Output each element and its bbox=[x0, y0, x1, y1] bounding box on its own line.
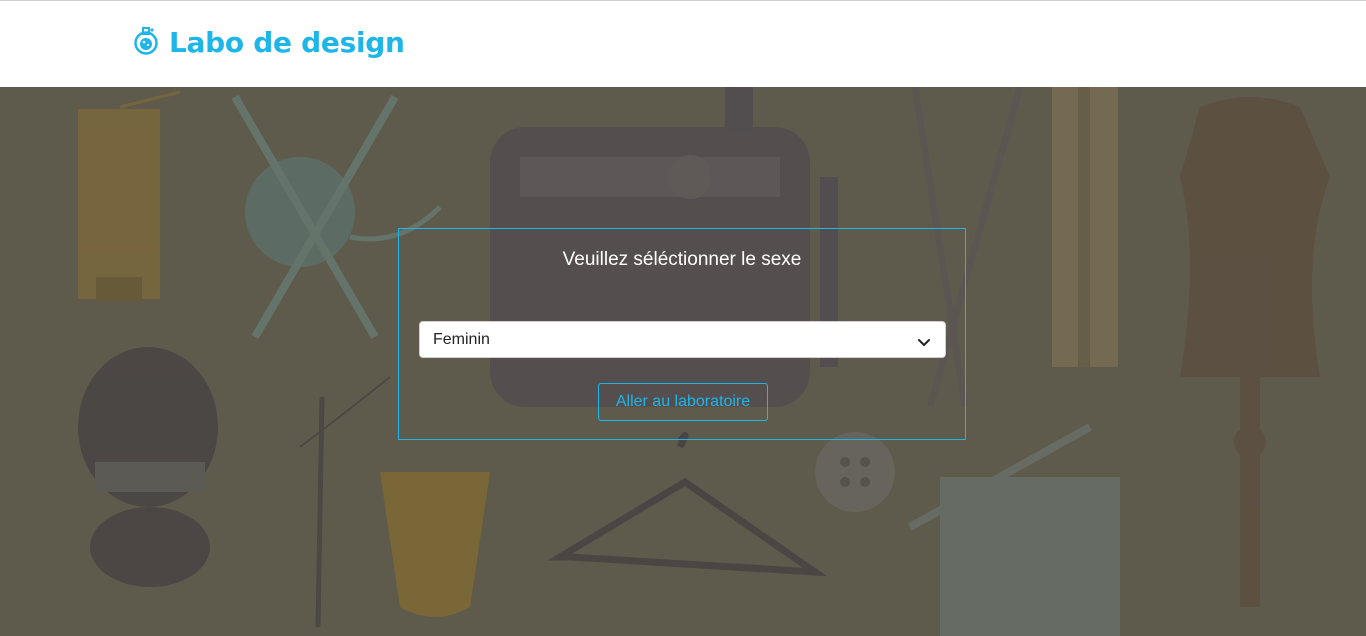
gender-select[interactable]: Feminin bbox=[419, 321, 946, 358]
gender-select-value: Feminin bbox=[433, 331, 490, 348]
flask-icon bbox=[133, 25, 159, 59]
go-to-laboratory-button[interactable]: Aller au laboratoire bbox=[598, 383, 768, 421]
panel-title: Veuillez séléctionner le sexe bbox=[562, 249, 802, 270]
brand-link[interactable]: Labo de design bbox=[133, 25, 405, 59]
brand-name: Labo de design bbox=[169, 25, 405, 59]
hero-section: Veuillez séléctionner le sexe Feminin Al… bbox=[0, 87, 1366, 636]
gender-selection-panel: Veuillez séléctionner le sexe Feminin Al… bbox=[398, 228, 966, 440]
navbar: Labo de design bbox=[0, 1, 1366, 87]
chevron-down-icon bbox=[917, 334, 931, 353]
